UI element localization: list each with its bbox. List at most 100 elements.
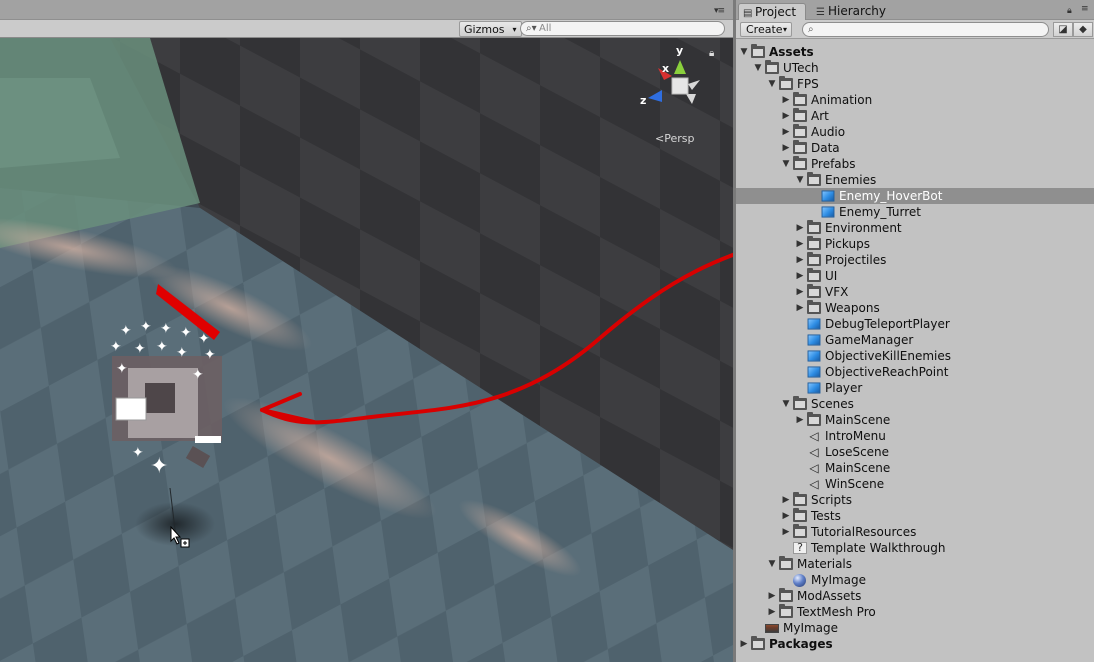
tree-item-label: Scenes — [811, 397, 854, 411]
scene-search-input[interactable]: ⌕▾ All — [520, 21, 725, 36]
expand-arrow-closed-icon[interactable]: ▶ — [795, 252, 805, 268]
expand-arrow-open-icon[interactable]: ▼ — [781, 156, 791, 172]
orientation-gizmo[interactable]: y x z — [636, 42, 712, 118]
tree-asset-row[interactable]: MyImage — [736, 620, 1094, 636]
folder-icon — [807, 412, 821, 426]
expand-arrow-open-icon[interactable]: ▼ — [781, 396, 791, 412]
tree-folder-row[interactable]: ▼ Materials — [736, 556, 1094, 572]
expand-arrow-closed-icon[interactable]: ▶ — [795, 268, 805, 284]
tree-folder-row[interactable]: ▶ Audio — [736, 124, 1094, 140]
expand-arrow-closed-icon[interactable]: ▶ — [795, 412, 805, 428]
tree-folder-row[interactable]: ▶ TutorialResources — [736, 524, 1094, 540]
expand-arrow-open-icon[interactable]: ▼ — [767, 556, 777, 572]
tree-folder-row[interactable]: ▼ FPS — [736, 76, 1094, 92]
tree-asset-row[interactable]: Player — [736, 380, 1094, 396]
tree-folder-row[interactable]: ▶ Weapons — [736, 300, 1094, 316]
tree-folder-row[interactable]: ▶ Animation — [736, 92, 1094, 108]
folder-icon — [807, 252, 821, 266]
folder-icon — [779, 556, 793, 570]
tree-asset-row[interactable]: ◁ IntroMenu — [736, 428, 1094, 444]
expand-arrow-closed-icon[interactable]: ▶ — [781, 108, 791, 124]
tree-folder-row[interactable]: ▼ UTech — [736, 60, 1094, 76]
tree-asset-row[interactable]: GameManager — [736, 332, 1094, 348]
lock-icon[interactable]: 🔒︎ — [1067, 6, 1072, 16]
unity-scene-icon: ◁ — [809, 445, 819, 459]
expand-arrow-closed-icon[interactable]: ▶ — [795, 284, 805, 300]
tab-menu-icon[interactable]: ≡ — [1081, 4, 1089, 14]
tree-folder-row[interactable]: ▶ UI — [736, 268, 1094, 284]
tree-folder-row[interactable]: ▶ Environment — [736, 220, 1094, 236]
tree-folder-row[interactable]: ▼ Enemies — [736, 172, 1094, 188]
expand-arrow-closed-icon[interactable]: ▶ — [781, 124, 791, 140]
expand-arrow-closed-icon[interactable]: ▶ — [781, 92, 791, 108]
tree-folder-row[interactable]: ▶ Packages — [736, 636, 1094, 652]
chevron-down-icon: ▾ — [782, 25, 787, 34]
tree-folder-row[interactable]: ▶ TextMesh Pro — [736, 604, 1094, 620]
expand-arrow-closed-icon[interactable]: ▶ — [781, 140, 791, 156]
tree-folder-row[interactable]: ▶ Projectiles — [736, 252, 1094, 268]
gizmo-star-icon: ✦ — [160, 321, 172, 337]
search-icon: ⌕▾ — [526, 23, 537, 34]
tree-item-label: FPS — [797, 77, 819, 91]
tree-folder-row[interactable]: ▼ Scenes — [736, 396, 1094, 412]
expand-arrow-closed-icon[interactable]: ▶ — [781, 508, 791, 524]
tree-folder-row[interactable]: ▼ Prefabs — [736, 156, 1094, 172]
project-search-input[interactable]: ⌕ — [802, 22, 1049, 37]
expand-arrow-closed-icon[interactable]: ▶ — [767, 604, 777, 620]
tree-item-label: Enemies — [825, 173, 877, 187]
tree-item-label: Scripts — [811, 493, 853, 507]
tree-folder-row[interactable]: ▶ MainScene — [736, 412, 1094, 428]
tab-hierarchy[interactable]: ☰ Hierarchy — [812, 3, 902, 20]
expand-arrow-closed-icon[interactable]: ▶ — [795, 236, 805, 252]
gizmo-star-icon: ✦ — [156, 339, 168, 355]
expand-arrow-open-icon[interactable]: ▼ — [739, 44, 749, 60]
tree-asset-row[interactable]: ObjectiveKillEnemies — [736, 348, 1094, 364]
folder-icon — [807, 300, 821, 314]
gizmos-dropdown[interactable]: Gizmos ▾ — [459, 21, 522, 37]
tree-folder-row[interactable]: ▶ Tests — [736, 508, 1094, 524]
tree-folder-row[interactable]: ▶ Art — [736, 108, 1094, 124]
tree-asset-row[interactable]: ? Template Walkthrough — [736, 540, 1094, 556]
tree-folder-row[interactable]: ▶ VFX — [736, 284, 1094, 300]
tree-asset-row[interactable]: Enemy_Turret — [736, 204, 1094, 220]
expand-arrow-open-icon[interactable]: ▼ — [795, 172, 805, 188]
tree-item-label: LoseScene — [825, 445, 890, 459]
tree-asset-row[interactable]: ◁ LoseScene — [736, 444, 1094, 460]
axis-z-label: z — [640, 94, 647, 107]
scene-viewport[interactable]: ✦ ✦ ✦ ✦ ✦ ✦ ✦ ✦ ✦ ✦ ✦ ✦ ✦ ✦ y x z <Persp… — [0, 38, 733, 662]
filter-by-label-button[interactable]: ◆ — [1073, 22, 1093, 37]
tree-folder-row[interactable]: ▼ Assets — [736, 44, 1094, 60]
filter-by-type-button[interactable]: ◪ — [1053, 22, 1073, 37]
tree-asset-row[interactable]: Enemy_HoverBot — [736, 188, 1094, 204]
tree-folder-row[interactable]: ▶ Data — [736, 140, 1094, 156]
scene-lock-icon[interactable]: 🔒︎ — [709, 48, 714, 59]
tree-folder-row[interactable]: ▶ Scripts — [736, 492, 1094, 508]
tree-item-label: VFX — [825, 285, 849, 299]
expand-arrow-closed-icon[interactable]: ▶ — [795, 220, 805, 236]
folder-icon — [751, 44, 765, 58]
expand-arrow-closed-icon[interactable]: ▶ — [781, 524, 791, 540]
tree-asset-row[interactable]: ObjectiveReachPoint — [736, 364, 1094, 380]
create-button[interactable]: Create ▾ — [740, 22, 792, 37]
tree-folder-row[interactable]: ▶ Pickups — [736, 236, 1094, 252]
folder-icon — [751, 636, 765, 650]
expand-arrow-closed-icon[interactable]: ▶ — [781, 492, 791, 508]
folder-icon — [793, 508, 807, 522]
tree-asset-row[interactable]: DebugTeleportPlayer — [736, 316, 1094, 332]
tree-item-label: Audio — [811, 125, 846, 139]
tree-folder-row[interactable]: ▶ ModAssets — [736, 588, 1094, 604]
tree-asset-row[interactable]: MyImage — [736, 572, 1094, 588]
gizmo-star-icon: ✦ — [198, 331, 210, 347]
expand-arrow-closed-icon[interactable]: ▶ — [795, 300, 805, 316]
tab-project[interactable]: ▤ Project — [738, 3, 806, 20]
tree-asset-row[interactable]: ◁ MainScene — [736, 460, 1094, 476]
tab-menu-icon[interactable]: ▾≡ — [714, 6, 725, 16]
expand-arrow-open-icon[interactable]: ▼ — [767, 76, 777, 92]
tree-asset-row[interactable]: ◁ WinScene — [736, 476, 1094, 492]
material-icon — [793, 574, 806, 587]
expand-arrow-closed-icon[interactable]: ▶ — [767, 588, 777, 604]
expand-arrow-open-icon[interactable]: ▼ — [753, 60, 763, 76]
expand-arrow-closed-icon[interactable]: ▶ — [739, 636, 749, 652]
prefab-icon — [807, 318, 821, 330]
projection-toggle[interactable]: <Persp — [655, 132, 694, 145]
